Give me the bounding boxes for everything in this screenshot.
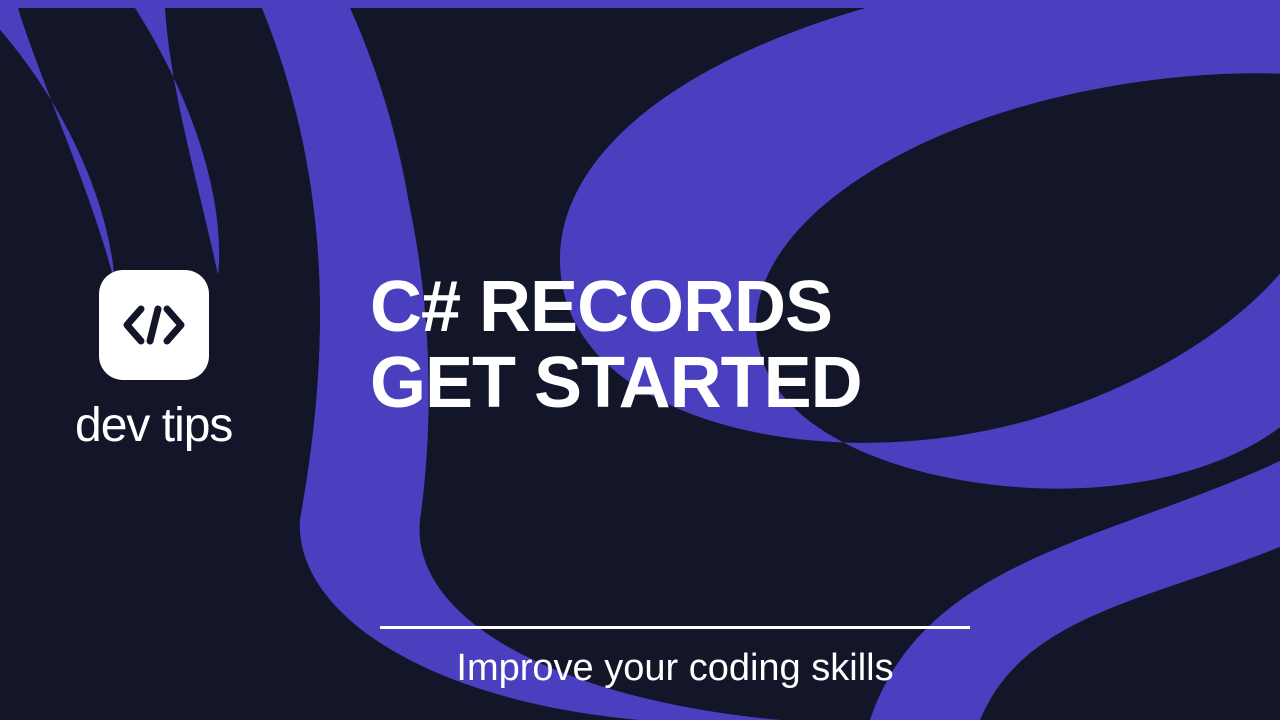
brand-name: dev tips (75, 398, 232, 453)
brand-logo: dev tips (75, 270, 232, 453)
code-icon (99, 270, 209, 380)
title-line-2: GET STARTED (370, 346, 862, 422)
main-title: C# RECORDS GET STARTED (370, 270, 862, 421)
title-line-1: C# RECORDS (370, 270, 862, 346)
divider (380, 626, 970, 629)
tagline-block: Improve your coding skills (380, 626, 970, 690)
tagline-text: Improve your coding skills (380, 647, 970, 690)
